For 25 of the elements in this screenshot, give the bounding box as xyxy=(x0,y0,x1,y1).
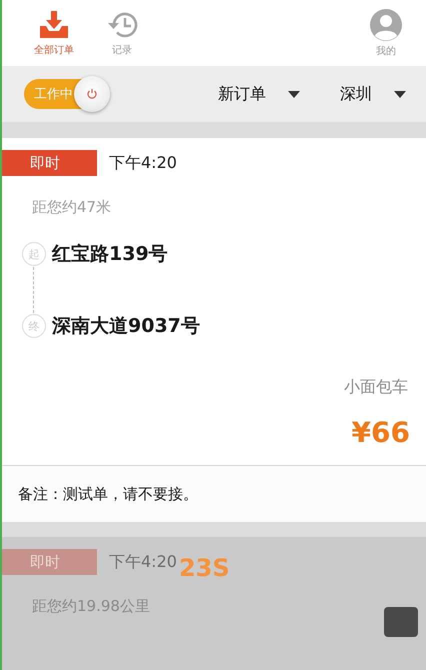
order-time: 下午4:20 xyxy=(109,552,177,572)
vehicle-type: 小面包车 xyxy=(344,377,408,398)
action-button[interactable] xyxy=(384,607,418,637)
nav-tab[interactable]: 我的 xyxy=(352,0,420,66)
distance-text: 距您约19.98公里 xyxy=(32,597,151,616)
history-icon xyxy=(106,10,138,40)
filter-dropdown[interactable]: 深圳 xyxy=(340,84,406,104)
caret-icon xyxy=(288,90,300,98)
price: ¥66 xyxy=(352,416,410,449)
download-tray-icon xyxy=(39,10,69,40)
power-icon xyxy=(86,88,98,100)
caret-icon xyxy=(394,90,406,98)
order-time: 下午4:20 xyxy=(109,152,177,174)
filter-dropdown[interactable]: 新订单 xyxy=(218,84,300,104)
remark-text: 备注：测试单，请不要接。 xyxy=(2,465,426,522)
avatar-icon xyxy=(370,8,402,40)
work-toggle[interactable]: 工作中 xyxy=(24,79,108,109)
nav-tab[interactable]: 记录 xyxy=(88,0,156,66)
order-type-tag: 即时 xyxy=(2,549,97,575)
nav-tab[interactable]: 全部订单 xyxy=(20,0,88,66)
distance-text: 距您约47米 xyxy=(32,198,112,217)
end-address: 深南大道9037号 xyxy=(52,314,200,339)
start-address: 红宝路139号 xyxy=(52,242,168,267)
countdown: 23S xyxy=(178,554,230,582)
order-type-tag: 即时 xyxy=(2,150,97,176)
